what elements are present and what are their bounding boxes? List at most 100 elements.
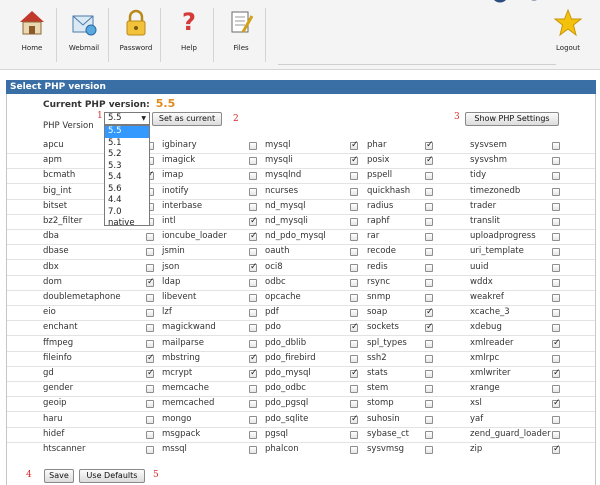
extension-checkbox[interactable]: [350, 385, 358, 394]
extension-checkbox[interactable]: [350, 202, 358, 211]
extension-checkbox[interactable]: [146, 294, 154, 302]
extension-checkbox[interactable]: [350, 354, 358, 363]
extension-checkbox[interactable]: [249, 187, 257, 196]
extension-checkbox[interactable]: [249, 353, 258, 363]
extension-checkbox[interactable]: [249, 142, 257, 150]
toolbar-help[interactable]: ? Help: [166, 8, 214, 62]
extension-checkbox[interactable]: [425, 155, 434, 166]
extension-checkbox[interactable]: [425, 430, 433, 439]
php-version-option[interactable]: 5.5: [105, 126, 149, 138]
extension-checkbox[interactable]: [425, 294, 433, 302]
extension-checkbox[interactable]: [249, 415, 257, 424]
extension-checkbox[interactable]: [249, 324, 257, 333]
extension-checkbox[interactable]: [249, 309, 257, 318]
toolbar-webmail[interactable]: Webmail: [61, 8, 109, 62]
toolbar-password[interactable]: Password: [113, 8, 161, 62]
extension-checkbox[interactable]: [350, 233, 358, 242]
extension-checkbox[interactable]: [249, 157, 257, 166]
extension-checkbox[interactable]: [552, 142, 560, 150]
extension-checkbox[interactable]: [249, 248, 257, 257]
extension-checkbox[interactable]: [552, 263, 560, 272]
php-version-option[interactable]: 5.6: [105, 184, 149, 196]
extension-checkbox[interactable]: [146, 339, 154, 348]
extension-checkbox[interactable]: [425, 446, 433, 454]
extension-checkbox[interactable]: [425, 140, 434, 150]
extension-checkbox[interactable]: [146, 353, 155, 363]
set-as-current-button[interactable]: Set as current: [152, 112, 222, 126]
php-version-option[interactable]: 5.4: [105, 172, 149, 184]
extension-checkbox[interactable]: [425, 263, 433, 272]
extension-checkbox[interactable]: [350, 187, 358, 196]
extension-checkbox[interactable]: [249, 400, 257, 409]
extension-checkbox[interactable]: [552, 398, 561, 409]
extension-checkbox[interactable]: [350, 309, 358, 318]
extension-checkbox[interactable]: [425, 415, 433, 424]
extension-checkbox[interactable]: [552, 278, 560, 287]
extension-checkbox[interactable]: [552, 157, 560, 166]
extension-checkbox[interactable]: [552, 172, 560, 181]
extension-checkbox[interactable]: [249, 231, 258, 242]
extension-checkbox[interactable]: [552, 187, 560, 196]
logout-button[interactable]: Logout: [545, 8, 591, 52]
extension-checkbox[interactable]: [552, 338, 561, 348]
extension-checkbox[interactable]: [552, 233, 560, 242]
extension-checkbox[interactable]: [350, 400, 358, 409]
extension-checkbox[interactable]: [249, 339, 257, 348]
extension-checkbox[interactable]: [146, 400, 154, 409]
extension-checkbox[interactable]: [425, 248, 433, 257]
extension-checkbox[interactable]: [425, 187, 433, 196]
toolbar-home[interactable]: Home: [9, 8, 57, 62]
extension-checkbox[interactable]: [350, 155, 359, 166]
extension-checkbox[interactable]: [350, 263, 358, 272]
extension-checkbox[interactable]: [249, 368, 258, 378]
extension-checkbox[interactable]: [425, 400, 433, 409]
save-button[interactable]: Save: [44, 469, 74, 483]
extension-checkbox[interactable]: [350, 248, 358, 257]
extension-checkbox[interactable]: [350, 322, 359, 333]
extension-checkbox[interactable]: [552, 415, 560, 424]
php-version-option[interactable]: 5.1: [105, 138, 149, 150]
php-version-select[interactable]: 5.5 ▼: [104, 112, 150, 125]
extension-checkbox[interactable]: [146, 385, 154, 394]
extension-checkbox[interactable]: [146, 415, 154, 424]
extension-checkbox[interactable]: [425, 233, 433, 242]
extension-checkbox[interactable]: [350, 278, 358, 287]
extension-checkbox[interactable]: [350, 339, 358, 348]
extension-checkbox[interactable]: [552, 444, 561, 454]
extension-checkbox[interactable]: [146, 446, 154, 454]
php-version-option[interactable]: native: [105, 218, 149, 230]
extension-checkbox[interactable]: [249, 385, 257, 394]
extension-checkbox[interactable]: [350, 430, 358, 439]
extension-checkbox[interactable]: [146, 324, 154, 333]
extension-checkbox[interactable]: [350, 140, 359, 150]
show-php-settings-button[interactable]: Show PHP Settings: [465, 112, 559, 126]
extension-checkbox[interactable]: [146, 309, 154, 318]
extension-checkbox[interactable]: [350, 172, 358, 181]
extension-checkbox[interactable]: [552, 430, 560, 439]
extension-checkbox[interactable]: [425, 339, 433, 348]
extension-checkbox[interactable]: [146, 233, 154, 242]
extension-checkbox[interactable]: [552, 202, 560, 211]
extension-checkbox[interactable]: [425, 385, 433, 394]
extension-checkbox[interactable]: [552, 309, 560, 318]
extension-checkbox[interactable]: [249, 172, 257, 181]
extension-checkbox[interactable]: [425, 370, 433, 378]
extension-checkbox[interactable]: [249, 278, 257, 287]
php-version-option[interactable]: 4.4: [105, 195, 149, 207]
extension-checkbox[interactable]: [425, 278, 433, 287]
extension-checkbox[interactable]: [249, 430, 257, 439]
extension-checkbox[interactable]: [425, 172, 433, 181]
extension-checkbox[interactable]: [146, 368, 155, 378]
extension-checkbox[interactable]: [425, 202, 433, 211]
extension-checkbox[interactable]: [552, 324, 560, 333]
extension-checkbox[interactable]: [552, 368, 561, 378]
extension-checkbox[interactable]: [146, 248, 154, 257]
extension-checkbox[interactable]: [552, 294, 560, 302]
use-defaults-button[interactable]: Use Defaults: [79, 469, 145, 483]
toolbar-files[interactable]: Files: [218, 8, 266, 62]
extension-checkbox[interactable]: [249, 294, 257, 302]
extension-checkbox[interactable]: [249, 446, 257, 454]
extension-checkbox[interactable]: [146, 430, 154, 439]
extension-checkbox[interactable]: [425, 218, 433, 226]
extension-checkbox[interactable]: [425, 322, 434, 333]
